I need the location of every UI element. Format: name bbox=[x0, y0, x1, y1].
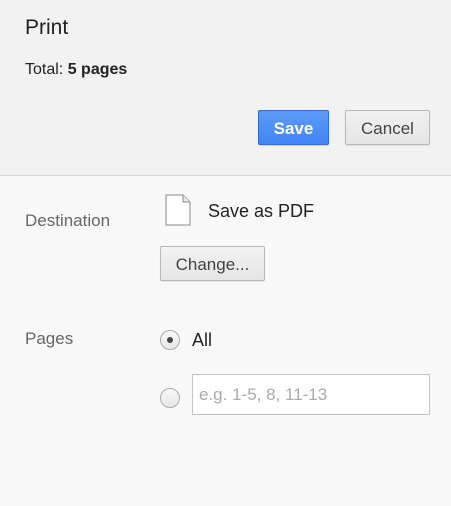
pages-all-radio[interactable] bbox=[160, 330, 180, 350]
pages-custom-radio[interactable] bbox=[160, 388, 180, 408]
destination-name: Save as PDF bbox=[208, 201, 315, 221]
cancel-button[interactable]: Cancel bbox=[345, 110, 430, 145]
print-header: Print Total: 5 pages Save Cancel bbox=[0, 0, 451, 176]
total-value: 5 pages bbox=[67, 61, 128, 78]
radio-selected-dot bbox=[167, 337, 173, 343]
destination-label: Destination bbox=[25, 211, 111, 230]
total-label: Total: bbox=[25, 61, 64, 78]
pages-label: Pages bbox=[25, 329, 74, 348]
save-button[interactable]: Save bbox=[258, 110, 329, 145]
document-icon bbox=[165, 194, 191, 226]
dialog-title: Print bbox=[25, 16, 69, 39]
pages-all-label[interactable]: All bbox=[192, 330, 212, 351]
page-total: Total: 5 pages bbox=[25, 61, 127, 79]
change-destination-button[interactable]: Change... bbox=[160, 246, 265, 281]
page-range-input[interactable] bbox=[192, 374, 430, 415]
